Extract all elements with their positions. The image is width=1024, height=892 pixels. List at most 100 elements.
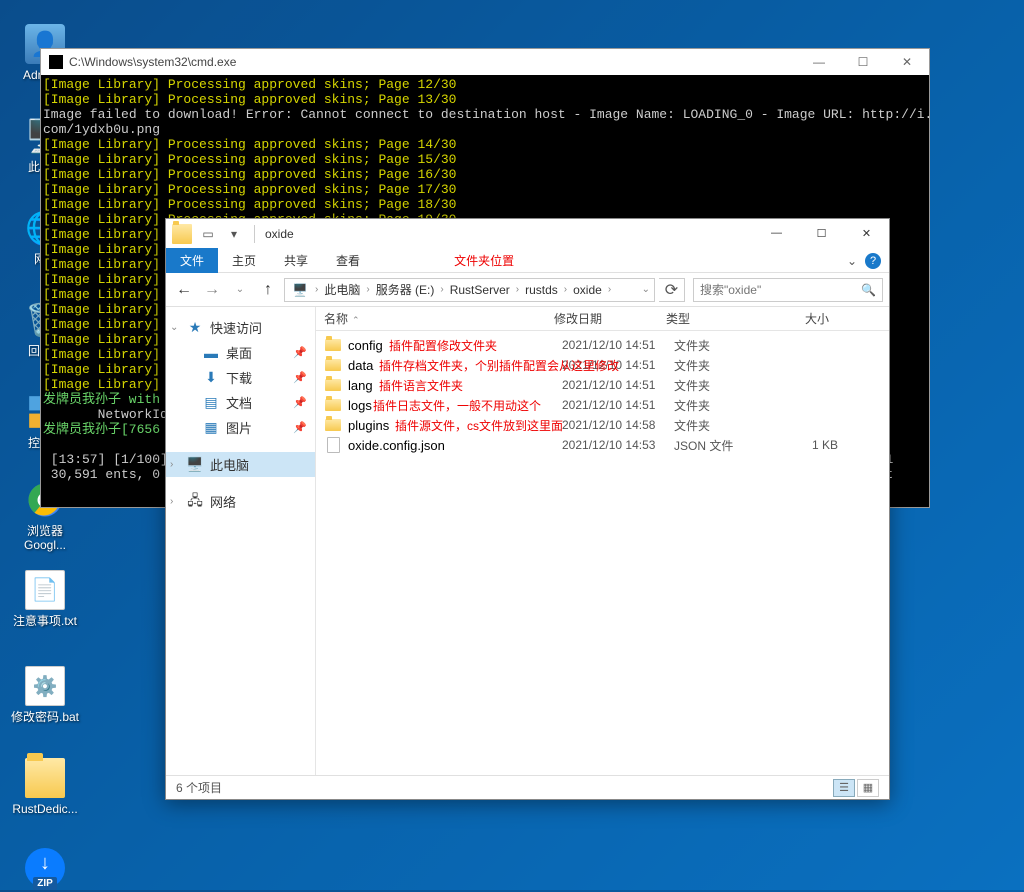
ribbon-tab-share[interactable]: 共享 bbox=[270, 248, 322, 273]
file-type: 文件夹 bbox=[666, 417, 766, 434]
status-count: 6 个项目 bbox=[176, 779, 222, 796]
breadcrumb-seg-1[interactable]: 服务器 (E:) bbox=[372, 281, 439, 298]
pc-icon: 🖥️ bbox=[186, 456, 204, 474]
col-size[interactable]: 大小 bbox=[758, 310, 838, 327]
col-name[interactable]: 名称⌃ bbox=[316, 310, 546, 327]
zip-icon bbox=[25, 848, 65, 888]
breadcrumb-seg-3[interactable]: rustds bbox=[521, 283, 562, 297]
chevron-down-icon: ⌄ bbox=[170, 322, 178, 333]
col-date[interactable]: 修改日期 bbox=[546, 310, 658, 327]
search-input[interactable] bbox=[700, 283, 861, 297]
sort-arrow-icon: ⌃ bbox=[352, 315, 360, 325]
folder-icon bbox=[324, 336, 342, 354]
explorer-title: oxide bbox=[265, 227, 294, 241]
network-icon: 🖧 bbox=[186, 493, 204, 511]
sidebar-quickaccess[interactable]: ⌄ ★ 快速访问 bbox=[166, 315, 315, 340]
file-type: 文件夹 bbox=[666, 357, 766, 374]
nav-back-button[interactable]: ← bbox=[172, 278, 196, 302]
file-name: oxide.config.json bbox=[348, 438, 554, 453]
explorer-close-button[interactable]: ✕ bbox=[844, 219, 889, 247]
file-date: 2021/12/10 14:51 bbox=[554, 398, 666, 412]
pin-icon: 📌 bbox=[293, 371, 307, 384]
explorer-sidebar: ⌄ ★ 快速访问 ▬ 桌面 📌 ⬇ 下载 📌 ▤ 文档 📌 ▦ 图片 bbox=[166, 307, 316, 775]
cmd-titlebar[interactable]: C:\Windows\system32\cmd.exe — ☐ ✕ bbox=[41, 49, 929, 75]
ribbon-tab-view[interactable]: 查看 bbox=[322, 248, 374, 273]
txt-icon bbox=[25, 570, 65, 610]
nav-refresh-button[interactable]: ⟳ bbox=[659, 278, 685, 302]
download-icon: ⬇ bbox=[202, 369, 220, 387]
folder-icon bbox=[324, 396, 342, 414]
nav-up-button[interactable]: ↑ bbox=[256, 278, 280, 302]
file-type: JSON 文件 bbox=[666, 437, 766, 454]
search-box[interactable]: 🔍 bbox=[693, 278, 883, 302]
explorer-titlebar[interactable]: ▭ ▾ oxide — ☐ ✕ bbox=[166, 219, 889, 249]
cmd-minimize-button[interactable]: — bbox=[797, 49, 841, 75]
explorer-ribbon: 文件 主页 共享 查看 文件夹位置 ⌄ ? bbox=[166, 249, 889, 273]
zip-app-icon[interactable] bbox=[10, 848, 80, 892]
qat-props-button[interactable]: ▭ bbox=[198, 224, 218, 244]
statusbar: 6 个项目 ☰ ▦ bbox=[166, 775, 889, 799]
file-icon bbox=[324, 436, 342, 454]
qat-folder-icon bbox=[172, 224, 192, 244]
notes-txt-icon[interactable]: 注意事项.txt bbox=[6, 570, 84, 628]
sidebar-downloads[interactable]: ⬇ 下载 📌 bbox=[166, 365, 315, 390]
sidebar-network[interactable]: › 🖧 网络 bbox=[166, 489, 315, 514]
file-type: 文件夹 bbox=[666, 397, 766, 414]
file-pane: 名称⌃ 修改日期 类型 大小 config 插件配置修改文件夹 2021/12/… bbox=[316, 307, 889, 775]
file-row[interactable]: config 插件配置修改文件夹 2021/12/10 14:51 文件夹 bbox=[316, 335, 889, 355]
changepwd-bat-icon[interactable]: 修改密码.bat bbox=[6, 666, 84, 724]
sidebar-documents[interactable]: ▤ 文档 📌 bbox=[166, 390, 315, 415]
nav-forward-button[interactable]: → bbox=[200, 278, 224, 302]
file-date: 2021/12/10 14:51 bbox=[554, 378, 666, 392]
rustdedic-icon[interactable]: RustDedic... bbox=[10, 758, 80, 816]
search-icon[interactable]: 🔍 bbox=[861, 283, 876, 297]
explorer-minimize-button[interactable]: — bbox=[754, 219, 799, 247]
document-icon: ▤ bbox=[202, 394, 220, 412]
explorer-maximize-button[interactable]: ☐ bbox=[799, 219, 844, 247]
file-row[interactable]: oxide.config.json 2021/12/10 14:53 JSON … bbox=[316, 435, 889, 455]
col-type[interactable]: 类型 bbox=[658, 310, 758, 327]
view-icons-button[interactable]: ▦ bbox=[857, 779, 879, 797]
folder-icon bbox=[25, 758, 65, 798]
breadcrumb-seg-0[interactable]: 此电脑 bbox=[320, 281, 364, 298]
file-list[interactable]: config 插件配置修改文件夹 2021/12/10 14:51 文件夹 da… bbox=[316, 331, 889, 775]
nav-recent-button[interactable]: ⌄ bbox=[228, 278, 252, 302]
file-date: 2021/12/10 14:58 bbox=[554, 418, 666, 432]
sidebar-desktop[interactable]: ▬ 桌面 📌 bbox=[166, 340, 315, 365]
file-type: 文件夹 bbox=[666, 337, 766, 354]
star-icon: ★ bbox=[186, 319, 204, 337]
view-details-button[interactable]: ☰ bbox=[833, 779, 855, 797]
folder-icon bbox=[324, 416, 342, 434]
explorer-window[interactable]: ▭ ▾ oxide — ☐ ✕ 文件 主页 共享 查看 文件夹位置 ⌄ ? ← … bbox=[165, 218, 890, 800]
breadcrumb-seg-4[interactable]: oxide bbox=[569, 283, 606, 297]
column-headers: 名称⌃ 修改日期 类型 大小 bbox=[316, 307, 889, 331]
file-row[interactable]: logs 插件日志文件，一般不用动这个 2021/12/10 14:51 文件夹 bbox=[316, 395, 889, 415]
breadcrumb-seg-2[interactable]: RustServer bbox=[446, 283, 514, 297]
chevron-right-icon: › bbox=[170, 496, 173, 507]
folder-icon bbox=[324, 376, 342, 394]
file-row[interactable]: data 插件存档文件夹，个别插件配置会从这里修改 2021/12/10 14:… bbox=[316, 355, 889, 375]
ribbon-annotation: 文件夹位置 bbox=[454, 252, 514, 269]
cmd-title-text: C:\Windows\system32\cmd.exe bbox=[69, 55, 236, 69]
pin-icon: 📌 bbox=[293, 346, 307, 359]
bat-icon bbox=[25, 666, 65, 706]
breadcrumb-dropdown[interactable]: ⌄ bbox=[640, 284, 652, 295]
file-type: 文件夹 bbox=[666, 377, 766, 394]
sidebar-thispc[interactable]: › 🖥️ 此电脑 bbox=[166, 452, 315, 477]
picture-icon: ▦ bbox=[202, 419, 220, 437]
file-size: 1 KB bbox=[766, 438, 846, 452]
pin-icon: 📌 bbox=[293, 396, 307, 409]
file-row[interactable]: lang 插件语言文件夹 2021/12/10 14:51 文件夹 bbox=[316, 375, 889, 395]
qat-newfolder-button[interactable]: ▾ bbox=[224, 224, 244, 244]
ribbon-help-button[interactable]: ? bbox=[865, 253, 881, 269]
desktop-icon: ▬ bbox=[202, 344, 220, 362]
cmd-close-button[interactable]: ✕ bbox=[885, 49, 929, 75]
breadcrumb[interactable]: 🖥️ › 此电脑› 服务器 (E:)› RustServer› rustds› … bbox=[284, 278, 655, 302]
ribbon-tab-file[interactable]: 文件 bbox=[166, 248, 218, 273]
sidebar-pictures[interactable]: ▦ 图片 📌 bbox=[166, 415, 315, 440]
ribbon-tab-home[interactable]: 主页 bbox=[218, 248, 270, 273]
file-row[interactable]: plugins 插件源文件，cs文件放到这里面 2021/12/10 14:58… bbox=[316, 415, 889, 435]
cmd-maximize-button[interactable]: ☐ bbox=[841, 49, 885, 75]
ribbon-expand-button[interactable]: ⌄ bbox=[847, 254, 857, 268]
file-date: 2021/12/10 14:53 bbox=[554, 438, 666, 452]
